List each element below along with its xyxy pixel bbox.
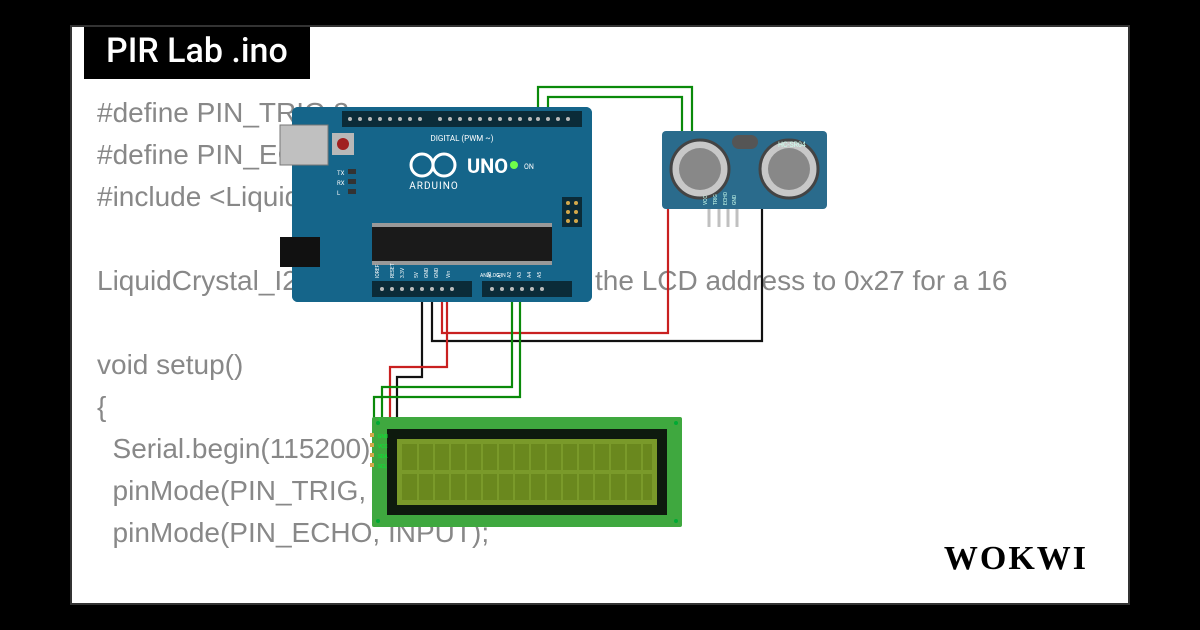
code-line: LiquidCrystal_I2C lcd(0x27,20,4); // set… bbox=[97, 265, 1007, 296]
code-line: pinMode(PIN_TRIG, OUTPUT); bbox=[97, 475, 506, 506]
code-line: void setup() bbox=[97, 349, 243, 380]
code-line: Serial.begin(115200); bbox=[97, 433, 378, 464]
code-line: #define PIN_TRIG 3 bbox=[97, 97, 349, 128]
wokwi-logo: WOKWI bbox=[944, 540, 1088, 578]
preview-card: PIR Lab .ino #define PIN_TRIG 3 #define … bbox=[70, 25, 1130, 605]
code-line: pinMode(PIN_ECHO, INPUT); bbox=[97, 517, 489, 548]
code-line: #define PIN_ECHO 2 bbox=[97, 139, 363, 170]
file-title: PIR Lab .ino bbox=[84, 25, 310, 79]
code-preview: #define PIN_TRIG 3 #define PIN_ECHO 2 #i… bbox=[97, 92, 1108, 583]
code-line: { bbox=[97, 391, 106, 422]
code-line: #include <LiquidCrystal_I2C.h> bbox=[97, 181, 486, 212]
